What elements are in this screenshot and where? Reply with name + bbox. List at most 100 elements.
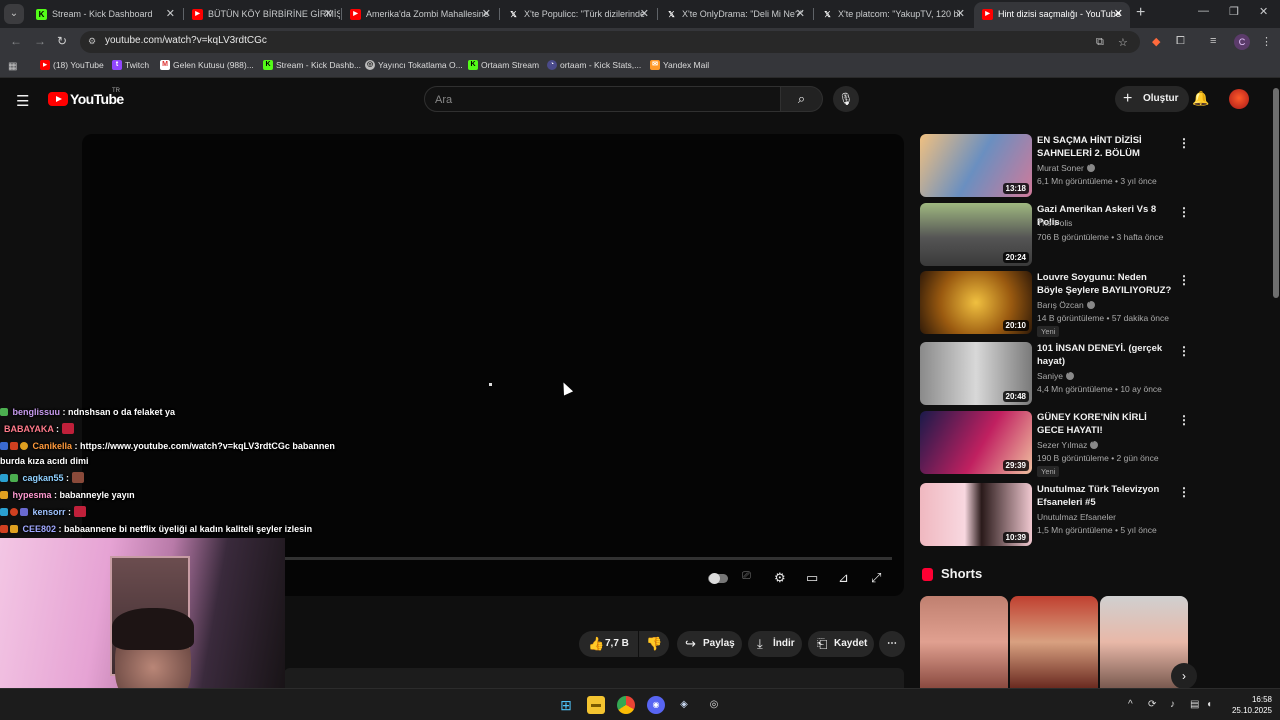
more-vertical-icon[interactable]: ⋮ <box>1178 205 1190 219</box>
minimize-icon[interactable]: — <box>1198 5 1209 17</box>
extensions-puzzle-icon[interactable]: ⧠ <box>1176 35 1185 48</box>
install-app-icon[interactable]: ⧉ <box>1096 36 1104 49</box>
recommended-video[interactable]: 20:24 Gazi Amerikan Askeri Vs 8 Polis Th… <box>920 203 1190 267</box>
settings-gear-icon[interactable]: ⚙ <box>774 570 786 586</box>
recommended-video[interactable]: 13:18 EN SAÇMA HİNT DİZİSİ SAHNELERİ 2. … <box>920 134 1190 198</box>
browser-tab[interactable]: 𝕏 X'te platcom: "YakupTV, 120 bi ✕ <box>814 2 972 28</box>
more-vertical-icon[interactable]: ⋮ <box>1178 344 1190 358</box>
site-info-icon[interactable]: ⚙ <box>88 36 100 48</box>
video-thumbnail[interactable]: 20:10 <box>920 271 1032 334</box>
close-tab-icon[interactable]: ✕ <box>324 2 333 26</box>
volume-icon[interactable]: ◖ <box>1206 699 1212 710</box>
windows-start-icon[interactable]: ⊞ <box>557 696 575 714</box>
create-button[interactable]: + Oluştur <box>1115 86 1189 112</box>
more-actions-button[interactable]: ⋯ <box>879 631 905 657</box>
close-tab-icon[interactable]: ✕ <box>166 2 175 26</box>
voice-search-button[interactable]: 🎙 <box>833 86 859 112</box>
account-avatar[interactable] <box>1229 89 1249 109</box>
page-scrollbar[interactable] <box>1271 80 1280 696</box>
tray-chevron-up-icon[interactable]: ^ <box>1128 699 1133 710</box>
channel-name[interactable]: Unutulmaz Efsaneler <box>1037 512 1116 522</box>
autoplay-toggle[interactable] <box>708 573 728 584</box>
chrome-menu-icon[interactable]: ⋮ <box>1261 35 1272 48</box>
menu-hamburger-icon[interactable]: ☰ <box>16 92 29 110</box>
browser-tab[interactable]: 𝕏 X'te OnlyDrama: "Deli Mi Ne?" ✕ <box>658 2 812 28</box>
reload-icon[interactable]: ↻ <box>57 34 67 48</box>
back-icon[interactable]: ← <box>10 34 22 48</box>
search-button[interactable]: ⌕ <box>781 86 823 112</box>
tab-search-button[interactable]: ⌄ <box>4 4 24 24</box>
video-thumbnail[interactable]: 29:39 <box>920 411 1032 474</box>
close-tab-icon[interactable]: ✕ <box>640 2 649 26</box>
bookmark-item[interactable]: ▶ (18) YouTube <box>40 60 104 70</box>
fullscreen-icon[interactable]: ⤢ <box>871 570 881 586</box>
description-box[interactable] <box>284 668 904 688</box>
discord-icon[interactable]: ◉ <box>647 696 665 714</box>
video-title[interactable]: EN SAÇMA HİNT DİZİSİ SAHNELERİ 2. BÖLÜM <box>1037 134 1175 160</box>
close-window-icon[interactable]: ✕ <box>1259 5 1268 18</box>
cast-icon[interactable]: ⊿ <box>838 570 849 586</box>
more-vertical-icon[interactable]: ⋮ <box>1178 413 1190 427</box>
steam-icon[interactable]: ◈ <box>675 696 693 714</box>
video-thumbnail[interactable]: 10:39 <box>920 483 1032 546</box>
like-button[interactable]: 👍 7,7 B <box>579 631 638 657</box>
bookmark-item[interactable]: ◎ Yayıncı Tokatlama O... <box>365 60 463 70</box>
channel-name[interactable]: Saniye <box>1037 369 1074 381</box>
tray-app-icon[interactable]: ⟳ <box>1148 699 1156 710</box>
bookmark-item[interactable]: ◔ ortaam - Kick Stats,... <box>547 60 641 70</box>
close-tab-icon[interactable]: ✕ <box>796 2 805 26</box>
bookmark-item[interactable]: t Twitch <box>112 60 149 70</box>
browser-tab[interactable]: ▶ BÜTÜN KÖY BİRBİRİNE GİRMİŞ ✕ <box>184 2 340 28</box>
address-bar[interactable]: ⚙ youtube.com/watch?v=kqLV3rdtCGc ⧉ ☆ <box>80 31 1140 53</box>
video-title[interactable]: Unutulmaz Türk Televizyon Efsaneleri #5 <box>1037 483 1175 509</box>
recommended-video[interactable]: 20:10 Louvre Soygunu: Neden Böyle Şeyler… <box>920 271 1190 337</box>
forward-icon[interactable]: → <box>34 34 46 48</box>
more-vertical-icon[interactable]: ⋮ <box>1178 485 1190 499</box>
close-tab-icon[interactable]: ✕ <box>956 2 965 26</box>
media-control-icon[interactable]: ≡ <box>1210 35 1216 47</box>
profile-avatar[interactable]: C <box>1234 34 1250 50</box>
system-clock[interactable]: 16:58 25.10.2025 <box>1220 694 1272 716</box>
share-button[interactable]: ↪ Paylaş <box>677 631 742 657</box>
chrome-icon[interactable] <box>617 696 635 714</box>
save-button[interactable]: ⎗ Kaydet <box>808 631 874 657</box>
browser-tab[interactable]: ▶ Amerika'da Zombi Mahallesine ✕ <box>342 2 498 28</box>
bookmark-item[interactable]: ✉ Yandex Mail <box>650 60 709 70</box>
shorts-next-button[interactable]: › <box>1171 663 1197 689</box>
scrollbar-thumb[interactable] <box>1273 88 1279 298</box>
browser-tab[interactable]: K Stream - Kick Dashboard ✕ <box>28 2 182 28</box>
browser-tab[interactable]: 𝕏 X'te Populicc: "Türk dizilerinde ✕ <box>500 2 656 28</box>
microphone-tray-icon[interactable]: ♪ <box>1170 699 1175 710</box>
short-thumbnail[interactable] <box>920 596 1008 688</box>
video-title[interactable]: Louvre Soygunu: Neden Böyle Şeylere BAYI… <box>1037 271 1175 297</box>
video-thumbnail[interactable]: 20:24 <box>920 203 1032 266</box>
more-vertical-icon[interactable]: ⋮ <box>1178 273 1190 287</box>
channel-name[interactable]: The Polis <box>1037 218 1072 228</box>
close-tab-icon[interactable]: ✕ <box>482 2 491 26</box>
subtitles-icon[interactable]: ⎚ <box>742 570 751 583</box>
file-explorer-icon[interactable]: ▬ <box>587 696 605 714</box>
recommended-video[interactable]: 29:39 GÜNEY KORE'NİN KİRLİ GECE HAYATI! … <box>920 411 1190 477</box>
more-vertical-icon[interactable]: ⋮ <box>1178 136 1190 150</box>
recommended-video[interactable]: 20:48 101 İNSAN DENEYİ. (gerçek hayat) S… <box>920 342 1190 406</box>
apps-grid-icon[interactable]: ▦ <box>8 61 17 72</box>
channel-name[interactable]: Sezer Yılmaz <box>1037 438 1099 450</box>
video-thumbnail[interactable]: 13:18 <box>920 134 1032 197</box>
bookmark-item[interactable]: K Stream - Kick Dashb... <box>263 60 361 70</box>
search-input[interactable] <box>435 92 765 108</box>
new-tab-button[interactable]: + <box>1136 4 1145 22</box>
browser-tab-active[interactable]: ▶ Hint dizisi saçmalığı - YouTube ✕ <box>974 2 1130 28</box>
close-tab-icon[interactable]: ✕ <box>1114 2 1123 26</box>
download-button[interactable]: ⤓ İndir <box>748 631 802 657</box>
video-title[interactable]: 101 İNSAN DENEYİ. (gerçek hayat) <box>1037 342 1175 368</box>
extension-icon[interactable]: ◆ <box>1152 35 1160 48</box>
channel-name[interactable]: Barış Özcan <box>1037 298 1095 310</box>
video-title[interactable]: GÜNEY KORE'NİN KİRLİ GECE HAYATI! <box>1037 411 1175 437</box>
restore-icon[interactable]: ❐ <box>1229 5 1239 18</box>
notifications-bell-icon[interactable]: 🔔 <box>1192 90 1209 107</box>
dislike-button[interactable]: 👎 <box>639 631 669 657</box>
video-thumbnail[interactable]: 20:48 <box>920 342 1032 405</box>
bookmark-item[interactable]: M Gelen Kutusu (988)... <box>160 60 254 70</box>
short-thumbnail[interactable] <box>1010 596 1098 688</box>
recommended-video[interactable]: 10:39 Unutulmaz Türk Televizyon Efsanele… <box>920 483 1190 547</box>
